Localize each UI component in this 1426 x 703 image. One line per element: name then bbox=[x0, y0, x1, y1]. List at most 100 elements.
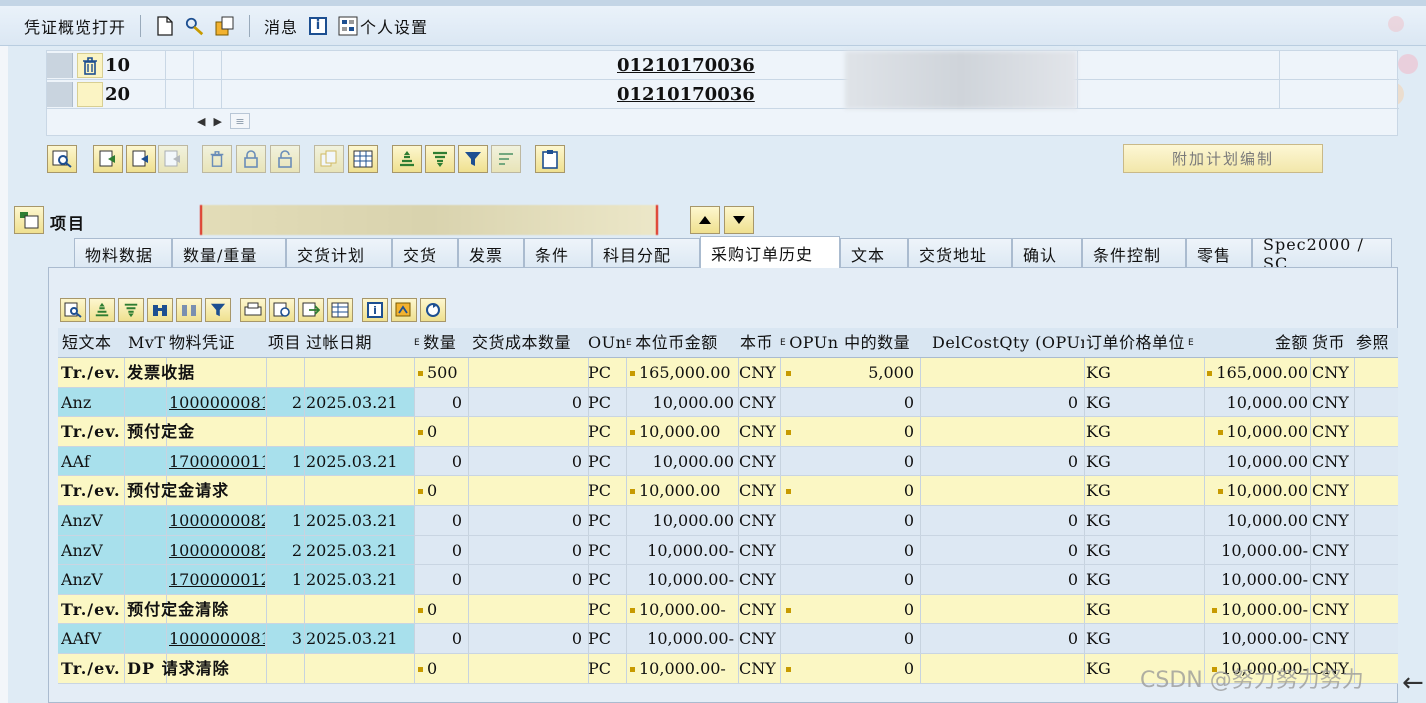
personal-settings-button[interactable]: 个人设置 bbox=[338, 14, 428, 38]
col-item[interactable]: 项目 bbox=[268, 328, 304, 357]
material-link[interactable]: 01210170036 bbox=[617, 84, 755, 105]
next-item-button[interactable] bbox=[724, 206, 754, 234]
tab-condition-control[interactable]: 条件控制 bbox=[1082, 238, 1186, 268]
find-icon[interactable] bbox=[147, 298, 173, 322]
find-next-icon[interactable] bbox=[176, 298, 202, 322]
delete-icon[interactable] bbox=[77, 53, 103, 78]
col-delcost-opun[interactable]: DelCostQty (OPUn) bbox=[932, 328, 1084, 357]
paste-item-button[interactable] bbox=[158, 145, 188, 173]
tab-delivery[interactable]: 交货 bbox=[392, 238, 458, 268]
delete-icon[interactable] bbox=[202, 145, 232, 173]
table-row[interactable]: AnzV 1000000082 2 2025.03.21 0 0 PC 10,000.00- C… bbox=[58, 535, 1398, 566]
horizontal-scroll[interactable]: ◀ ▶ ≡ bbox=[197, 113, 250, 129]
scroll-left-icon[interactable]: ◀ bbox=[197, 115, 205, 128]
views-icon[interactable] bbox=[269, 298, 295, 322]
new-document-icon[interactable] bbox=[155, 15, 175, 36]
unlock-icon[interactable] bbox=[270, 145, 300, 173]
material-link[interactable]: 01210170036 bbox=[617, 55, 755, 76]
scroll-right-icon[interactable]: ▶ bbox=[213, 115, 221, 128]
material-doc-link[interactable]: 1000000081 bbox=[169, 624, 265, 653]
col-amount[interactable]: 金额 bbox=[1208, 328, 1308, 357]
material-doc-link[interactable]: 1700000012 bbox=[169, 565, 265, 594]
col-reference[interactable]: 参照 bbox=[1356, 328, 1396, 357]
subtotal-row[interactable]: Tr./ev. 预付定金 0 PC 10,000.00 CNY 0 KG 10,000.00 C… bbox=[58, 417, 1398, 447]
table-row[interactable]: AnzV 1700000012 1 2025.03.21 0 0 PC 10,000.00- C… bbox=[58, 565, 1398, 595]
table-row[interactable]: AAfV 1000000081 3 2025.03.21 0 0 PC 10,000.00- C… bbox=[58, 624, 1398, 654]
material-doc-link[interactable]: 1000000082 bbox=[169, 506, 265, 535]
col-local-currency[interactable]: 本币 bbox=[740, 328, 780, 357]
sort-descending-icon[interactable] bbox=[118, 298, 144, 322]
sort-ascending-icon[interactable] bbox=[89, 298, 115, 322]
tab-retail[interactable]: 零售 bbox=[1186, 238, 1252, 268]
display-change-icon[interactable] bbox=[185, 16, 205, 36]
export-icon[interactable] bbox=[298, 298, 324, 322]
select-all-icon[interactable] bbox=[348, 145, 378, 173]
material-doc-link[interactable]: 1000000082 bbox=[169, 536, 265, 565]
col-posting-date[interactable]: 过帐日期 bbox=[306, 328, 406, 357]
back-arrow-icon[interactable]: ← bbox=[1402, 668, 1424, 698]
tab-texts[interactable]: 文本 bbox=[840, 238, 908, 268]
previous-item-button[interactable] bbox=[690, 206, 720, 234]
col-oun[interactable]: OUn bbox=[588, 328, 628, 357]
details-icon[interactable] bbox=[60, 298, 86, 322]
document-overview-on-button[interactable]: 凭证概览打开 bbox=[24, 14, 126, 38]
print-preview-icon[interactable] bbox=[240, 298, 266, 322]
col-mvt[interactable]: MvT bbox=[128, 328, 168, 357]
col-material-doc[interactable]: 物料凭证 bbox=[169, 328, 269, 357]
subtotal-row[interactable]: Tr./ev. 预付定金请求 0 PC 10,000.00 CNY 0 KG 10,000.0… bbox=[58, 476, 1398, 506]
filter-icon[interactable] bbox=[205, 298, 231, 322]
item-details-button[interactable] bbox=[47, 145, 77, 173]
sort-descending-icon[interactable] bbox=[425, 145, 455, 173]
tab-invoice[interactable]: 发票 bbox=[458, 238, 524, 268]
copy-item-button[interactable] bbox=[126, 145, 156, 173]
collapse-item-icon[interactable] bbox=[14, 206, 44, 234]
tab-delivery-schedule[interactable]: 交货计划 bbox=[286, 238, 392, 268]
tab-spec2000[interactable]: Spec2000 / SC bbox=[1252, 235, 1392, 273]
tab-confirmations[interactable]: 确认 bbox=[1012, 238, 1082, 268]
refresh-icon[interactable] bbox=[420, 298, 446, 322]
other-document-icon[interactable] bbox=[215, 16, 235, 36]
item-row[interactable]: 20 01210170036 bbox=[47, 80, 1399, 109]
scroll-thumb[interactable]: ≡ bbox=[229, 113, 250, 129]
layout-icon[interactable] bbox=[327, 298, 353, 322]
tab-quantity-weight[interactable]: 数量/重量 bbox=[172, 238, 286, 268]
material-doc-link[interactable]: 1000000081 bbox=[169, 388, 265, 417]
sort-ascending-icon[interactable] bbox=[392, 145, 422, 173]
col-local-amount[interactable]: E 本位币金额 bbox=[626, 328, 738, 357]
info-icon[interactable]: i bbox=[308, 16, 328, 36]
col-delivery-cost-qty[interactable]: 交货成本数量 bbox=[472, 328, 588, 357]
filter-icon[interactable] bbox=[458, 145, 488, 173]
tab-conditions[interactable]: 条件 bbox=[524, 238, 592, 268]
subtotal-row[interactable]: Tr./ev. 发票收据 500 PC 165,000.00 CNY 5,000 KG 165… bbox=[58, 358, 1398, 388]
column-divider bbox=[1084, 387, 1085, 417]
col-currency[interactable]: 货币 bbox=[1312, 328, 1352, 357]
lock-icon[interactable] bbox=[236, 145, 266, 173]
additional-planning-button[interactable]: 附加计划编制 bbox=[1123, 144, 1323, 173]
messages-button[interactable]: 消息 bbox=[264, 14, 298, 38]
info-icon[interactable]: i bbox=[362, 298, 388, 322]
graphic-icon[interactable] bbox=[391, 298, 417, 322]
table-row[interactable]: AnzV 1000000082 1 2025.03.21 0 0 PC 10,000.00 CN… bbox=[58, 506, 1398, 536]
material-doc-link[interactable]: 1700000011 bbox=[169, 447, 265, 476]
table-row[interactable]: AAf 1700000011 1 2025.03.21 0 0 PC 10,000.00 CNY… bbox=[58, 446, 1398, 477]
tab-account-assignment[interactable]: 科目分配 bbox=[592, 238, 700, 268]
item-select-field[interactable] bbox=[200, 205, 658, 235]
table-row[interactable]: Anz 1000000081 2 2025.03.21 0 0 PC 10,000.00 CNY… bbox=[58, 387, 1398, 418]
add-item-button[interactable] bbox=[93, 145, 123, 173]
copy-icon[interactable] bbox=[314, 145, 344, 173]
col-opun-qty[interactable]: E OPUn 中的数量 bbox=[780, 328, 920, 357]
row-selector[interactable] bbox=[47, 82, 73, 107]
item-row[interactable]: 10 01210170036 bbox=[47, 51, 1399, 80]
subtotal-row[interactable]: Tr./ev. 预付定金清除 0 PC 10,000.00- CNY 0 KG 10,000.… bbox=[58, 594, 1398, 625]
tab-delivery-address[interactable]: 交货地址 bbox=[908, 238, 1012, 268]
row-opun-qty-text: 0 bbox=[903, 540, 914, 560]
row-short-text: Tr./ev. 预付定金 bbox=[61, 417, 401, 446]
col-quantity[interactable]: E 数量 bbox=[414, 328, 468, 357]
tab-material-data[interactable]: 物料数据 bbox=[74, 238, 172, 268]
subtotal-icon[interactable] bbox=[491, 145, 521, 173]
clipboard-icon[interactable] bbox=[535, 145, 565, 173]
tab-po-history[interactable]: 采购订单历史 bbox=[700, 236, 840, 268]
col-order-price-unit[interactable]: 订单价格单位 E bbox=[1086, 328, 1204, 357]
row-selector[interactable] bbox=[47, 53, 73, 78]
col-short-text[interactable]: 短文本 bbox=[62, 328, 124, 357]
